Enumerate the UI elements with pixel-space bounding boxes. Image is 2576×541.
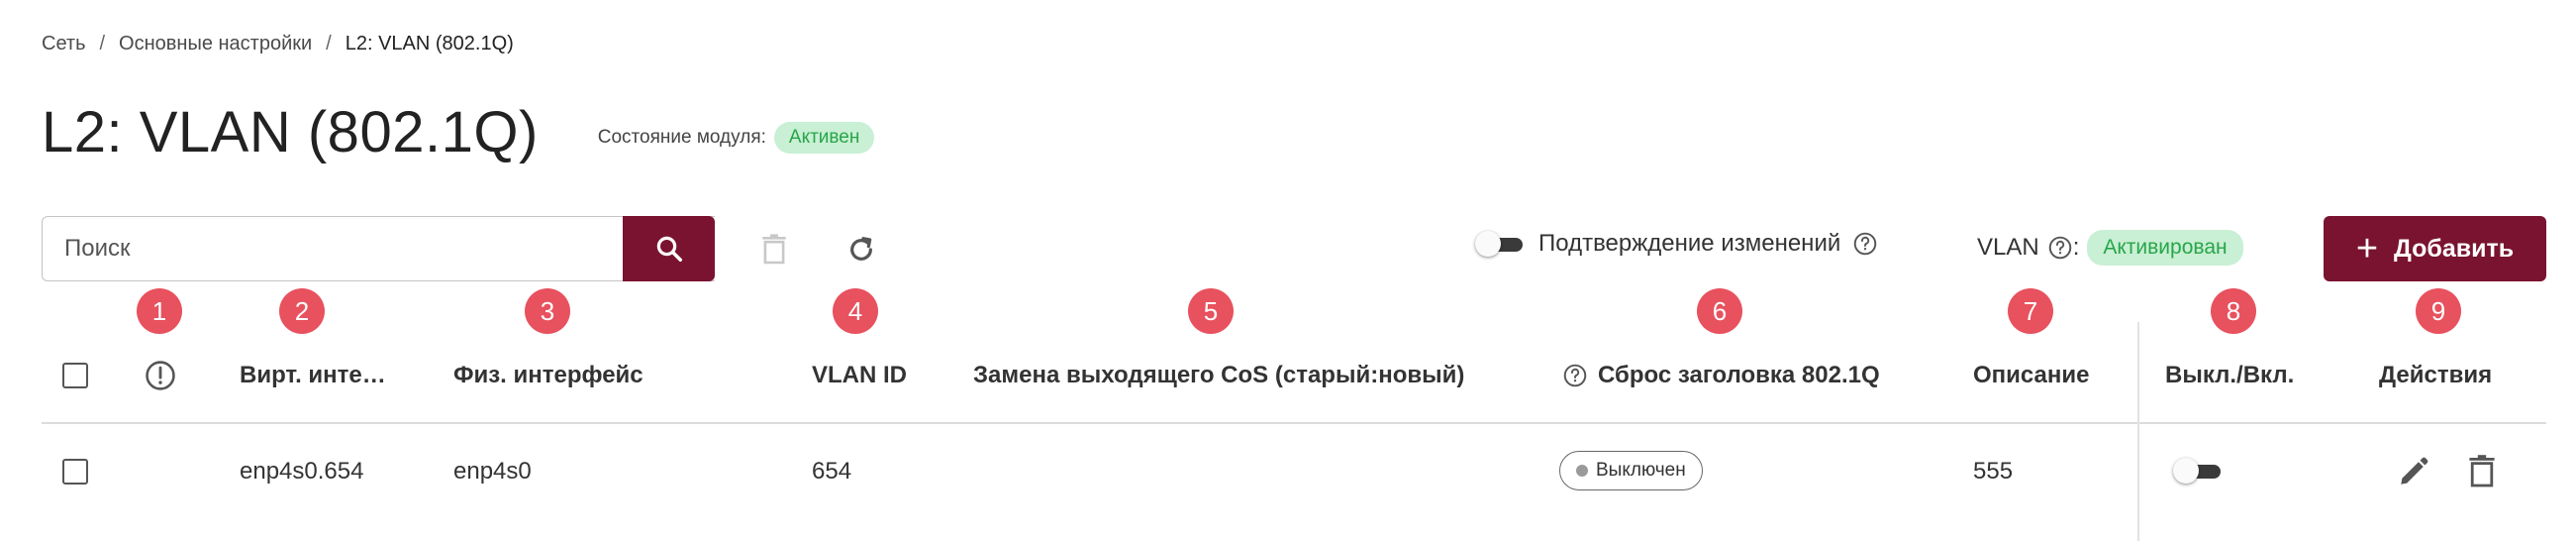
column-header-description[interactable]: Описание <box>1973 362 2090 389</box>
warning-circle-icon <box>146 361 175 390</box>
column-marker-3: 3 <box>525 288 570 334</box>
vlan-status-badge: Активирован <box>2087 230 2243 266</box>
search-icon <box>656 236 682 262</box>
vlan-status-label: VLAN <box>1977 234 2039 261</box>
column-marker-9: 9 <box>2416 288 2461 334</box>
reset-status-label: Выключен <box>1596 460 1686 481</box>
toggle-knob <box>1475 231 1501 257</box>
refresh-button[interactable] <box>842 230 881 270</box>
column-marker-7: 7 <box>2008 288 2053 334</box>
toolbar: Подтверждение изменений VLAN : Активиров… <box>42 216 2546 283</box>
reset-status-chip: Выключен <box>1559 451 1703 490</box>
module-state-badge: Активен <box>773 121 875 154</box>
column-header-reset[interactable]: Сброс заголовка 802.1Q <box>1562 362 1880 389</box>
trash-icon <box>2469 455 2495 487</box>
breadcrumb-current: L2: VLAN (802.1Q) <box>345 33 514 54</box>
column-header-vlan-id[interactable]: VLAN ID <box>812 362 907 389</box>
cell-phys-interface: enp4s0 <box>453 458 532 485</box>
cell-vlan-id: 654 <box>812 458 852 485</box>
column-separator <box>2137 322 2139 541</box>
breadcrumb-separator: / <box>326 33 332 54</box>
header-divider <box>42 422 2546 424</box>
search-input[interactable] <box>64 235 715 263</box>
row-enable-toggle[interactable] <box>2173 457 2223 485</box>
status-dot <box>1576 465 1588 477</box>
title-row: L2: VLAN (802.1Q) Состояние модуля: Акти… <box>42 99 875 165</box>
edit-button[interactable] <box>2394 452 2433 491</box>
column-header-virt-interface[interactable]: Вирт. инте… <box>240 362 386 389</box>
breadcrumb: Сеть / Основные настройки / L2: VLAN (80… <box>42 33 514 55</box>
row-checkbox[interactable] <box>62 459 88 485</box>
page-title: L2: VLAN (802.1Q) <box>42 100 539 164</box>
column-marker-5: 5 <box>1188 288 1234 334</box>
delete-row-button[interactable] <box>2462 452 2502 491</box>
breadcrumb-network[interactable]: Сеть <box>42 33 85 55</box>
confirm-changes-label: Подтверждение изменений <box>1538 230 1841 257</box>
confirm-changes-toggle[interactable] <box>1475 230 1525 258</box>
refresh-icon <box>850 237 872 261</box>
module-state: Состояние модуля: Активен <box>597 121 875 154</box>
column-header-phys-interface[interactable]: Физ. интерфейс <box>453 362 644 389</box>
add-button[interactable]: + Добавить <box>2324 216 2546 281</box>
plus-icon: + <box>2355 228 2379 270</box>
column-header-reset-label: Сброс заголовка 802.1Q <box>1598 362 1880 388</box>
help-icon[interactable] <box>1562 363 1588 388</box>
confirm-changes: Подтверждение изменений <box>1475 230 1878 258</box>
cell-description: 555 <box>1973 458 2014 485</box>
search-button[interactable] <box>623 216 715 281</box>
search-box <box>42 216 715 281</box>
cell-virt-interface: enp4s0.654 <box>240 458 364 485</box>
column-header-actions: Действия <box>2379 362 2493 388</box>
toggle-knob <box>2173 458 2199 484</box>
column-header-on-off: Выкл./Вкл. <box>2165 362 2295 388</box>
column-marker-1: 1 <box>137 288 182 334</box>
select-all-checkbox[interactable] <box>62 363 88 388</box>
vlan-status: VLAN : Активирован <box>1977 230 2243 266</box>
vlan-status-colon: : <box>2072 234 2080 261</box>
column-marker-4: 4 <box>833 288 878 334</box>
delete-selected-button[interactable] <box>754 230 794 270</box>
delete-icon <box>762 234 786 265</box>
column-marker-8: 8 <box>2211 288 2256 334</box>
column-header-cos[interactable]: Замена выходящего CoS (старый:новый) <box>973 362 1464 389</box>
help-icon[interactable] <box>2047 235 2073 261</box>
column-marker-2: 2 <box>279 288 325 334</box>
add-button-label: Добавить <box>2394 234 2515 263</box>
breadcrumb-separator: / <box>99 33 106 54</box>
edit-icon <box>2401 457 2428 485</box>
module-state-label: Состояние модуля: <box>597 126 766 148</box>
breadcrumb-main-settings[interactable]: Основные настройки <box>119 33 312 55</box>
column-marker-6: 6 <box>1697 288 1742 334</box>
warning-column-header <box>144 359 177 392</box>
help-icon[interactable] <box>1852 231 1878 257</box>
